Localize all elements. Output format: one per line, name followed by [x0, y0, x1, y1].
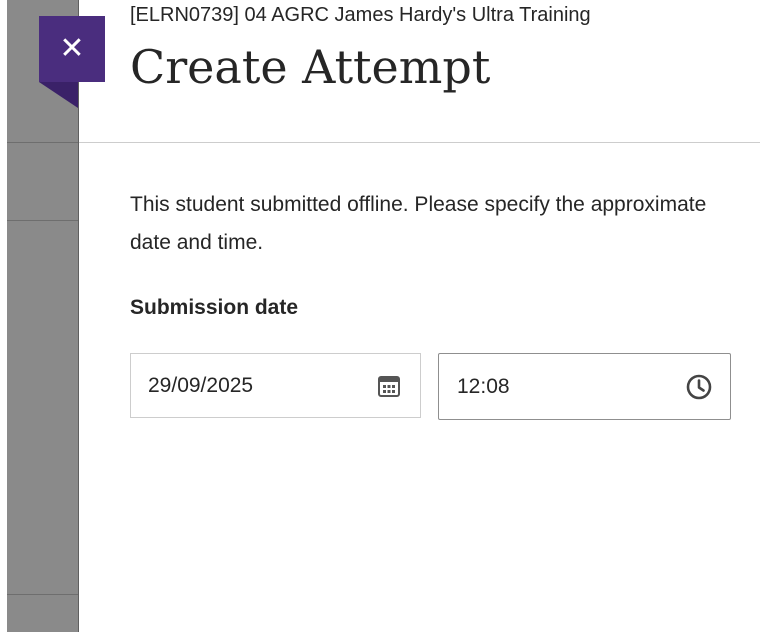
- close-button-fold: [39, 82, 78, 108]
- background-divider: [7, 142, 78, 143]
- time-value[interactable]: 12:08: [457, 375, 684, 399]
- page-title: Create Attempt: [130, 40, 491, 94]
- background-divider: [7, 220, 78, 221]
- clock-icon[interactable]: [684, 372, 714, 402]
- offline-submission-description: This student submitted offline. Please s…: [130, 193, 707, 254]
- submission-date-field[interactable]: 29/09/2025: [130, 353, 421, 418]
- header-divider: [79, 142, 760, 143]
- submission-time-field[interactable]: 12:08: [438, 353, 731, 420]
- date-value[interactable]: 29/09/2025: [148, 374, 374, 398]
- course-name: [ELRN0739] 04 AGRC James Hardy's Ultra T…: [130, 4, 591, 26]
- submission-date-label: Submission date: [130, 296, 299, 319]
- background-divider: [7, 594, 78, 595]
- close-icon: ✕: [59, 31, 85, 66]
- calendar-icon[interactable]: [374, 371, 404, 401]
- close-panel-button[interactable]: ✕: [39, 16, 105, 82]
